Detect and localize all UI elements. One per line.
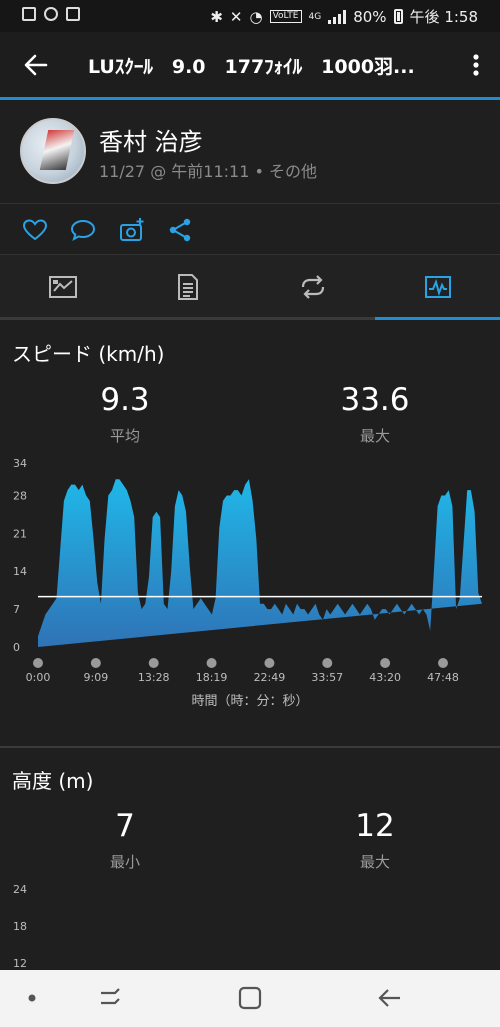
altitude-section-title: 高度 (m) — [12, 769, 94, 793]
status-bar: ✱ ✕ ◔ VoLTE 4G 80% 午後 1:58 — [0, 0, 500, 32]
more-options-icon[interactable] — [466, 49, 486, 81]
app-bar: LUｽｸｰﾙ 9.0 177ﾌｫｲﾙ 1000羽... — [0, 32, 500, 97]
tab-indicator-track — [0, 317, 500, 320]
x-tick-label: 22:49 — [254, 671, 286, 684]
activity-title: LUｽｸｰﾙ 9.0 177ﾌｫｲﾙ 1000羽... — [88, 56, 415, 78]
tab-details[interactable] — [125, 255, 250, 318]
altitude-max-label: 最大 — [359, 853, 390, 871]
tab-bar — [0, 255, 500, 318]
speed-max-label: 最大 — [359, 427, 390, 445]
y-tick-label: 7 — [13, 603, 20, 616]
y-tick-label: 18 — [13, 920, 27, 933]
image-icon — [22, 7, 36, 21]
bluetooth-icon: ✱ — [210, 7, 223, 26]
profile-header: 香村 治彦 11/27 @ 午前11:11 • その他 — [0, 100, 500, 203]
clock: 午後 1:58 — [409, 8, 478, 26]
y-tick-label: 24 — [13, 883, 27, 896]
x-marker-dot — [33, 658, 43, 668]
system-indicators: ✱ ✕ ◔ VoLTE 4G 80% 午後 1:58 — [210, 6, 478, 27]
tab-charts[interactable] — [375, 255, 500, 318]
alarm-icon: ◔ — [249, 7, 263, 26]
y-tick-label: 21 — [13, 527, 27, 540]
summary-map-icon — [48, 275, 77, 298]
speed-section-title: スピード (km/h) — [12, 342, 165, 366]
mute-icon: ✕ — [229, 7, 243, 26]
tab-indicator-selected — [375, 317, 500, 320]
signal-icon — [328, 9, 347, 24]
nav-dot-icon[interactable] — [26, 992, 38, 1004]
x-tick-label: 9:09 — [84, 671, 109, 684]
sync-icon — [44, 7, 58, 21]
y-tick-label: 0 — [13, 641, 20, 654]
x-marker-dot — [264, 658, 275, 668]
speed-chart[interactable]: 34 28 21 14 7 0 0:00 9:09 13:28 18:19 22:49 33:57 43… — [0, 450, 500, 690]
x-marker-dot — [148, 658, 159, 668]
home-icon[interactable] — [236, 984, 264, 1012]
y-tick-label: 12 — [13, 957, 27, 970]
system-nav-bar — [0, 970, 500, 1027]
tablet-icon — [66, 7, 80, 21]
laps-repeat-icon — [301, 274, 324, 299]
back-arrow-icon[interactable] — [20, 49, 52, 81]
y-tick-label: 28 — [13, 489, 27, 502]
section-divider — [0, 746, 500, 748]
speed-max-value: 33.6 — [340, 382, 410, 418]
x-tick-label: 0:00 — [26, 671, 51, 684]
back-nav-icon[interactable] — [376, 985, 404, 1011]
x-marker-dot — [90, 658, 101, 668]
battery-percent: 80% — [353, 7, 387, 26]
notification-icons — [22, 7, 80, 21]
altitude-min-label: 最小 — [109, 853, 140, 871]
altitude-chart[interactable]: 24 18 12 — [0, 875, 500, 970]
action-row — [0, 204, 500, 254]
y-tick-label: 14 — [13, 565, 27, 578]
x-marker-dot — [380, 658, 391, 668]
share-icon[interactable] — [166, 216, 194, 244]
recent-apps-icon[interactable] — [97, 985, 125, 1011]
speed-x-axis-title: 時間（時：分：秒） — [191, 694, 309, 709]
tab-laps[interactable] — [250, 255, 375, 318]
battery-icon — [393, 9, 403, 24]
network-type: 4G — [308, 11, 322, 22]
comment-icon[interactable] — [69, 216, 97, 244]
altitude-max-value: 12 — [355, 808, 395, 844]
y-tick-label: 34 — [13, 457, 27, 470]
like-heart-icon[interactable] — [21, 216, 49, 244]
x-marker-dot — [438, 658, 448, 668]
x-tick-label: 13:28 — [138, 671, 170, 684]
volte-icon: VoLTE — [269, 10, 302, 23]
x-marker-dot — [206, 658, 217, 668]
speed-area — [38, 479, 482, 647]
altitude-min-value: 7 — [115, 808, 135, 844]
avatar[interactable] — [20, 118, 86, 184]
x-tick-label: 43:20 — [369, 671, 401, 684]
x-tick-label: 33:57 — [311, 671, 343, 684]
activity-meta: 11/27 @ 午前11:11 • その他 — [99, 162, 318, 181]
x-tick-label: 18:19 — [196, 671, 228, 684]
speed-avg-value: 9.3 — [100, 382, 150, 418]
user-name: 香村 治彦 — [99, 128, 203, 156]
add-photo-icon[interactable] — [118, 216, 146, 244]
details-list-icon — [177, 273, 198, 300]
x-tick-label: 47:48 — [427, 671, 459, 684]
speed-avg-label: 平均 — [109, 427, 140, 445]
charts-icon — [424, 275, 451, 298]
tab-summary[interactable] — [0, 255, 125, 318]
x-marker-dot — [322, 658, 333, 668]
